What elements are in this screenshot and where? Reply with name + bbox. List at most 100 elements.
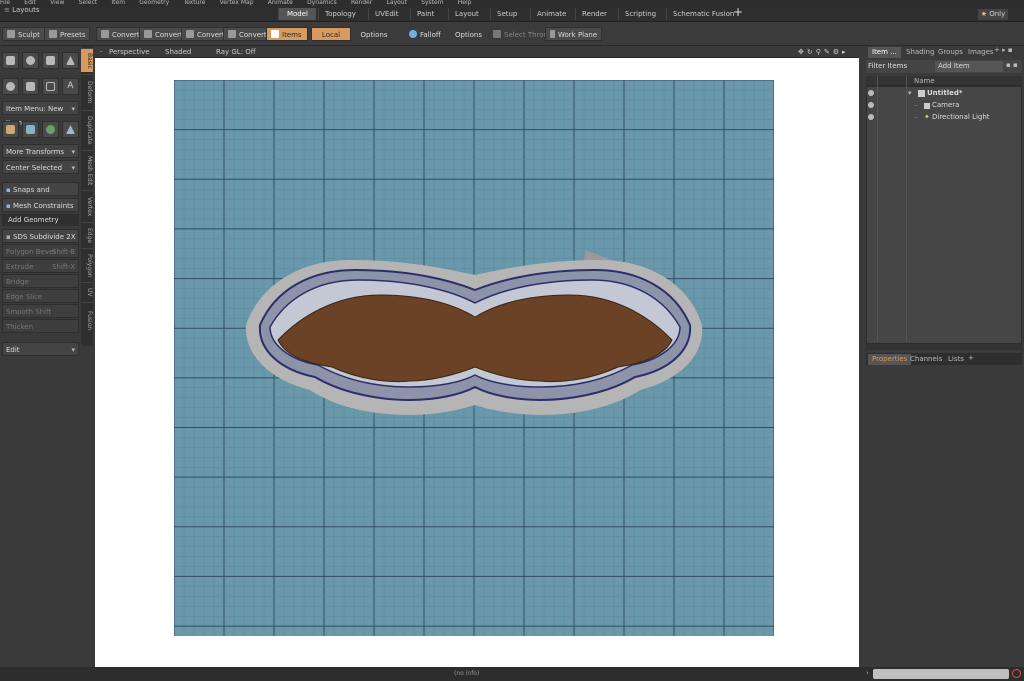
rotate-tool[interactable] [22, 121, 39, 138]
convert-button-1[interactable]: Convert [96, 27, 145, 41]
center-selected-dropdown[interactable]: Center Selected [2, 160, 79, 175]
record-icon[interactable] [1012, 669, 1021, 678]
convert-icon [101, 30, 109, 38]
sphere-tool[interactable] [22, 52, 39, 69]
vtab-fusion[interactable]: Fusion [81, 302, 93, 338]
tree-row-camera[interactable]: – Camera [866, 100, 1022, 111]
local-button[interactable]: Local [311, 27, 351, 41]
more-transforms-dropdown[interactable]: More Transforms [2, 144, 79, 159]
snaps-precision-button[interactable]: ▪ Snaps and Precision [2, 182, 79, 208]
cylinder-tool[interactable] [42, 52, 59, 69]
presets-button[interactable]: Presets [44, 27, 91, 41]
sculpt-label: Sculpt [18, 31, 40, 39]
work-plane-icon [550, 30, 555, 38]
tab-scripting[interactable]: Scripting [618, 8, 662, 20]
view-shaded[interactable]: Shaded [165, 46, 191, 58]
tab-channels[interactable]: Channels [906, 354, 946, 365]
visibility-eye-icon[interactable] [868, 114, 874, 120]
vtab-uv[interactable]: UV [81, 282, 93, 302]
tab-properties[interactable]: Properties [868, 354, 912, 365]
column-name[interactable]: Name [914, 76, 935, 86]
viewport-menu-icon[interactable]: - [100, 46, 103, 58]
pen-tool[interactable] [42, 78, 59, 95]
work-plane-button[interactable]: Work Plane [545, 27, 603, 41]
item-menu-dropdown[interactable]: Item Menu: New Item [2, 101, 79, 127]
falloff-button[interactable]: Falloff [404, 27, 446, 41]
polygon-bevel-button[interactable]: Polygon Bevel Shift-B [2, 244, 79, 258]
command-input[interactable] [873, 669, 1009, 679]
only-toggle[interactable]: ★ Only [978, 9, 1008, 20]
options-button-1[interactable]: Options [354, 27, 394, 41]
tab-topology[interactable]: Topology [318, 8, 362, 20]
filter-items-dropdown[interactable]: Filter Items [868, 61, 930, 72]
visibility-eye-icon[interactable] [868, 90, 874, 96]
edge-slice-button[interactable]: Edge Slice [2, 289, 79, 303]
tab-render[interactable]: Render [575, 8, 613, 20]
panel-options-icon[interactable]: + ▸ ▪ [994, 46, 1013, 54]
add-tab-icon[interactable]: + [968, 354, 974, 362]
tab-images[interactable]: Images [964, 47, 998, 58]
falloff-icon [409, 30, 417, 38]
vtab-polygon[interactable]: Polygon [81, 248, 93, 282]
vtab-edge[interactable]: Edge [81, 222, 93, 248]
add-tab-icon[interactable]: + [733, 5, 743, 19]
convert-label-4: Convert [239, 31, 267, 39]
convert-icon [186, 30, 194, 38]
items-button[interactable]: Items [266, 27, 308, 41]
layouts-menu[interactable]: ≡ Layouts [4, 6, 40, 14]
cube-tool[interactable] [2, 52, 19, 69]
vtab-duplicate[interactable]: Duplicate [81, 110, 93, 150]
sculpt-button[interactable]: Sculpt [2, 27, 45, 41]
panel-divider[interactable] [866, 344, 1022, 350]
info-text: (no info) [454, 670, 480, 677]
sds-subdivide-button[interactable]: ▪ SDS Subdivide 2X [2, 229, 79, 243]
extrude-button[interactable]: Extrude Shift-X [2, 259, 79, 273]
mesh-constraints-button[interactable]: ▪ Mesh Constraints [2, 198, 79, 212]
properties-panel [866, 366, 1022, 666]
filter-icons[interactable]: ▪ ▪ [1006, 61, 1018, 69]
torus-icon [6, 82, 15, 91]
thicken-button[interactable]: Thicken [2, 319, 79, 333]
capsule-tool[interactable] [22, 78, 39, 95]
add-geometry-header[interactable]: Add Geometry [2, 214, 79, 226]
vtab-deform[interactable]: Deform [81, 74, 93, 110]
bridge-button[interactable]: Bridge [2, 274, 79, 288]
tab-animate[interactable]: Animate [530, 8, 572, 20]
visibility-eye-icon[interactable] [868, 102, 874, 108]
vtab-mesh-edit[interactable]: Mesh Edit [81, 150, 93, 190]
edit-dropdown[interactable]: Edit [2, 342, 79, 357]
text-tool[interactable]: A [62, 78, 79, 95]
transform-row [2, 121, 79, 138]
torus-tool[interactable] [2, 78, 19, 95]
tab-groups[interactable]: Groups [934, 47, 967, 58]
view-perspective[interactable]: Perspective [109, 46, 150, 58]
view-ray-gl[interactable]: Ray GL: Off [216, 46, 256, 58]
convert-button-4[interactable]: Convert [223, 27, 272, 41]
tree-row-scene[interactable]: ▾ Untitled* [866, 88, 1022, 99]
expand-arrow-icon[interactable]: ▾ [908, 88, 912, 99]
tab-model[interactable]: Model [278, 8, 316, 20]
cone-tool[interactable] [62, 52, 79, 69]
tab-layout[interactable]: Layout [448, 8, 485, 20]
transform-tool[interactable] [62, 121, 79, 138]
smooth-shift-button[interactable]: Smooth Shift [2, 304, 79, 318]
vtab-vertex[interactable]: Vertex [81, 190, 93, 222]
add-item-dropdown[interactable]: Add Item [935, 61, 1003, 72]
viewport-nav-icons[interactable]: ✥↻⚲✎⚙▸ [798, 46, 849, 58]
camera-name: Camera [932, 101, 960, 109]
cone-icon [66, 56, 75, 65]
tab-paint[interactable]: Paint [410, 8, 440, 20]
tab-shading[interactable]: Shading [902, 47, 938, 58]
tab-uvedit[interactable]: UVEdit [368, 8, 404, 20]
options-button-2[interactable]: Options [450, 27, 488, 41]
tab-setup[interactable]: Setup [490, 8, 523, 20]
tab-schematic-fusion[interactable]: Schematic Fusion [666, 8, 740, 20]
tree-row-light[interactable]: – ✦ Directional Light [866, 112, 1022, 123]
convert-label-2: Convert [155, 31, 183, 39]
tab-items-list[interactable]: Item ... [868, 47, 901, 58]
scale-tool[interactable] [42, 121, 59, 138]
tab-lists[interactable]: Lists [944, 354, 968, 365]
polygon-bevel-shortcut: Shift-B [52, 248, 75, 256]
vtab-basic[interactable]: Basic [81, 48, 93, 72]
move-tool[interactable] [2, 121, 19, 138]
